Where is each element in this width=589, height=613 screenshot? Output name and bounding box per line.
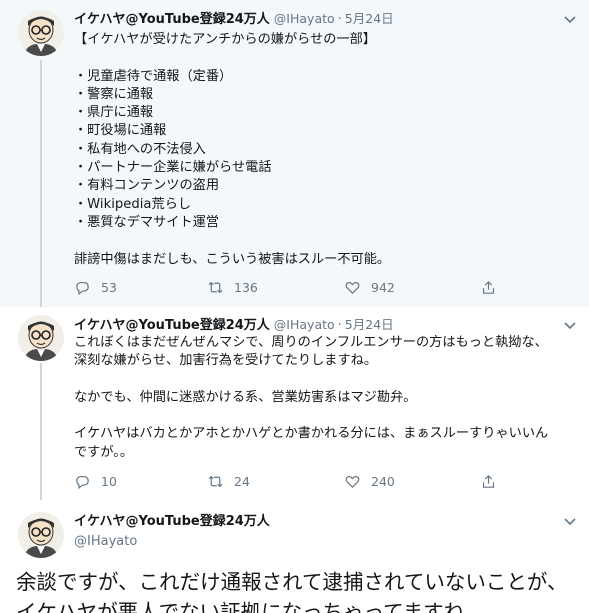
reply-icon	[76, 281, 89, 295]
thread-line	[40, 60, 42, 307]
separator-dot: ·	[337, 12, 342, 27]
display-name[interactable]: イケハヤ@YouTube登録24万人	[74, 12, 270, 27]
like-count: 240	[371, 473, 395, 489]
retweet-count: 136	[234, 279, 258, 295]
tweet-header: イケハヤ@YouTube登録24万人 @IHayato · 5月24日	[74, 316, 394, 335]
reply-icon	[76, 475, 89, 489]
share-icon	[482, 280, 495, 294]
tweet-date[interactable]: 5月24日	[345, 317, 394, 332]
tweet-text: これぼくはまだぜんぜんマシで、周りのインフルエンサーの方はもっと執拗な、 深刻な…	[74, 335, 549, 460]
tweet-header: イケハヤ@YouTube登録24万人	[74, 513, 270, 531]
retweet-icon	[208, 475, 223, 487]
user-handle[interactable]: @IHayato	[74, 534, 137, 549]
separator-dot: ·	[337, 318, 342, 333]
reply-button[interactable]: 53	[74, 277, 117, 297]
user-handle[interactable]: @IHayato	[274, 317, 335, 332]
reply-count: 10	[101, 473, 117, 489]
like-button[interactable]: 942	[344, 277, 395, 297]
tweet-text: 余談ですが、これだけ通報されて逮捕されていないことが、 イケハヤが悪人でない証拠…	[16, 570, 568, 613]
tweet-actions: 10 24 240	[74, 471, 514, 491]
reply-button[interactable]: 10	[74, 471, 117, 491]
retweet-button[interactable]: 136	[207, 277, 258, 297]
thread-line	[40, 363, 42, 500]
avatar-illustration	[18, 10, 64, 56]
share-icon	[482, 474, 495, 488]
retweet-count: 24	[234, 473, 250, 489]
reply-count: 53	[101, 279, 117, 295]
avatar[interactable]	[18, 315, 64, 361]
user-handle[interactable]: @IHayato	[274, 11, 335, 26]
tweet-header: イケハヤ@YouTube登録24万人 @IHayato · 5月24日	[74, 10, 394, 29]
display-name[interactable]: イケハヤ@YouTube登録24万人	[74, 514, 270, 529]
heart-icon	[345, 281, 360, 294]
share-button[interactable]	[480, 277, 507, 297]
avatar-illustration	[18, 315, 64, 361]
avatar[interactable]	[18, 512, 64, 558]
tweet-date[interactable]: 5月24日	[345, 11, 394, 26]
share-button[interactable]	[480, 471, 507, 491]
avatar-illustration	[18, 512, 64, 558]
heart-icon	[345, 475, 360, 488]
like-count: 942	[371, 279, 395, 295]
chevron-down-icon[interactable]	[563, 514, 577, 528]
display-name[interactable]: イケハヤ@YouTube登録24万人	[74, 318, 270, 333]
retweet-icon	[208, 281, 223, 293]
retweet-button[interactable]: 24	[207, 471, 250, 491]
tweet-text: 【イケハヤが受けたアンチからの嫌がらせの一部】 ・児童虐待で通報（定番） ・警察…	[74, 32, 391, 267]
chevron-down-icon[interactable]	[563, 318, 577, 332]
tweet-actions: 53 136 942	[74, 277, 514, 297]
avatar[interactable]	[18, 10, 64, 56]
like-button[interactable]: 240	[344, 471, 395, 491]
chevron-down-icon[interactable]	[563, 12, 577, 26]
